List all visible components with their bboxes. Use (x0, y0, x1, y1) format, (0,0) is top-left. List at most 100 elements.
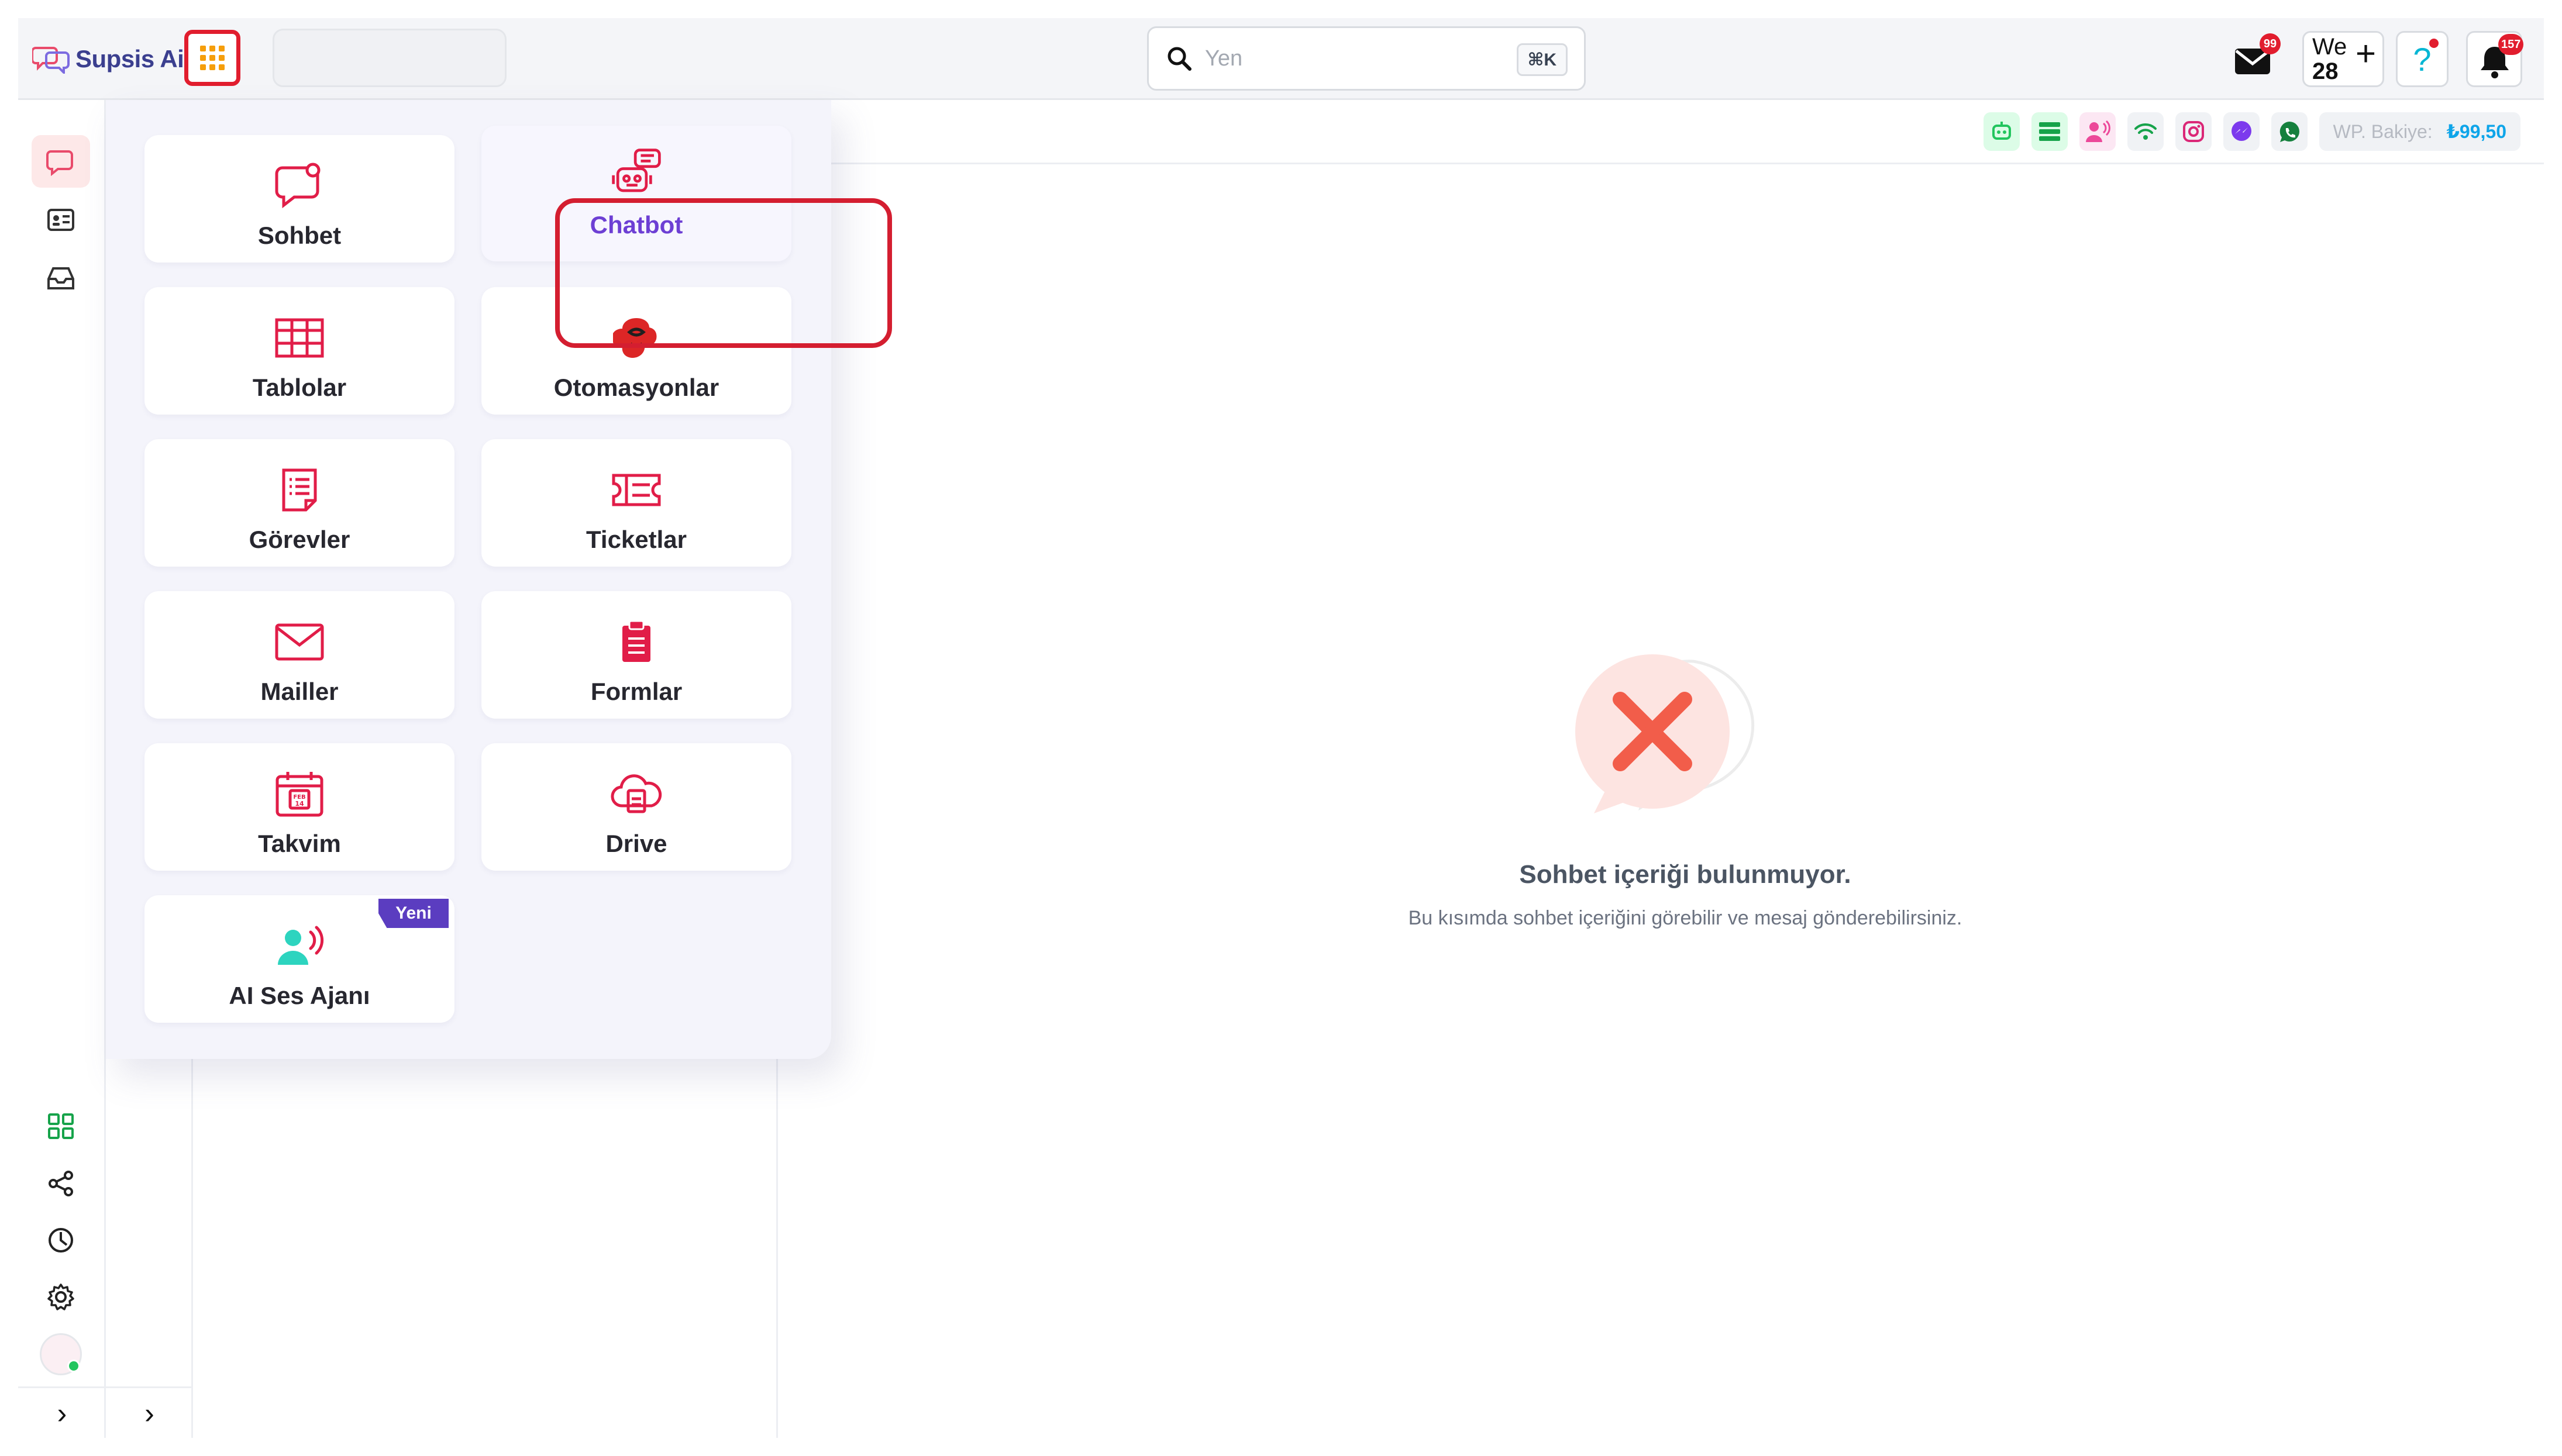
gear-icon (47, 1284, 74, 1310)
messenger-icon (2231, 121, 2251, 141)
empty-state-title: Sohbet içeriği bulunmuyor. (1519, 860, 1851, 889)
brand-logo[interactable]: Supsis Ai (32, 42, 184, 77)
help-icon: ? (2413, 40, 2432, 78)
sidebar-item-settings[interactable] (32, 1271, 90, 1323)
help-button[interactable]: ? (2396, 31, 2449, 87)
search-icon (1168, 47, 1192, 71)
brand-name: Supsis Ai (75, 45, 184, 73)
launcher-tile-drive[interactable]: Drive (481, 743, 791, 871)
launcher-tile-ai-ses-ajani[interactable]: Yeni AI Ses Ajanı (144, 895, 454, 1023)
sidebar-item-reports[interactable] (32, 1214, 90, 1267)
channel-icons: WP. Bakiye: ₺99,50 (1983, 111, 2520, 153)
avatar (40, 1333, 82, 1375)
channel-list[interactable] (2031, 112, 2068, 151)
search-input[interactable] (1205, 46, 1486, 71)
channel-messenger[interactable] (2223, 112, 2260, 151)
wp-balance: WP. Bakiye: ₺99,50 (2319, 112, 2520, 151)
launcher-tile-chatbot[interactable]: Chatbot (481, 126, 791, 261)
share-nodes-icon (49, 1171, 73, 1196)
sidebar-expand-button[interactable]: › (18, 1386, 106, 1438)
tile-label: Formlar (590, 678, 683, 705)
sidebar-item-integrations[interactable] (32, 1157, 90, 1210)
list-icon (2038, 122, 2060, 141)
search-bar[interactable]: ⌘K (1147, 26, 1586, 91)
tile-label: Sohbet (257, 222, 342, 249)
clock-chart-icon (49, 1228, 73, 1253)
search-shortcut: ⌘K (1516, 43, 1568, 76)
app-window: Supsis Ai ⌘K (18, 18, 2544, 1438)
channel-strip: WP. Bakiye: ₺99,50 (779, 100, 2544, 164)
cloud-drive-icon (610, 768, 663, 820)
mail-count-badge: 99 (2260, 33, 2281, 54)
tile-label: Takvim (258, 830, 341, 857)
balance-label: WP. Bakiye: (2333, 120, 2433, 142)
launcher-tile-otomasyonlar[interactable]: Otomasyonlar (481, 287, 791, 415)
mail-icon (273, 616, 326, 668)
app-launcher-menu: Sohbet Chatbot Tablolar Otomasyonlar Gör (106, 100, 892, 1059)
table-icon (273, 312, 326, 364)
automation-icon (610, 312, 663, 364)
task-list-icon (273, 464, 326, 516)
balance-value: ₺99,50 (2446, 121, 2506, 142)
mail-button[interactable]: 99 (2229, 31, 2285, 87)
wifi-icon (2134, 123, 2157, 140)
ticket-icon (610, 464, 663, 516)
workspace-selector[interactable] (273, 29, 507, 87)
tile-label: Otomasyonlar (553, 374, 719, 401)
launcher-tile-ticketlar[interactable]: Ticketlar (481, 439, 791, 567)
channel-wifi[interactable] (2127, 112, 2164, 151)
empty-state: Sohbet içeriği bulunmuyor. Bu kısımda so… (1305, 650, 2065, 1000)
new-tag: Yeni (378, 899, 449, 928)
calendar-icon: FEB 14 (273, 768, 326, 820)
apps-grid-button[interactable] (184, 30, 240, 86)
channel-voice[interactable] (2079, 112, 2116, 151)
tile-label: Ticketlar (586, 526, 687, 553)
bot-icon (1992, 122, 2011, 140)
apps-grid-icon (200, 46, 225, 70)
channel-whatsapp[interactable] (2271, 112, 2308, 151)
tile-label: AI Ses Ajanı (229, 982, 370, 1009)
launcher-tile-gorevler[interactable]: Görevler (144, 439, 454, 567)
launcher-tile-tablolar[interactable]: Tablolar (144, 287, 454, 415)
launcher-tile-mailler[interactable]: Mailler (144, 591, 454, 719)
channel-bot[interactable] (1983, 112, 2020, 151)
tile-label: Görevler (249, 526, 350, 553)
empty-state-subtitle: Bu kısımda sohbet içeriğini görebilir ve… (1408, 907, 1962, 929)
notification-count-badge: 157 (2498, 34, 2524, 55)
chatbot-robot-icon (610, 147, 663, 199)
whatsapp-icon (2279, 122, 2299, 142)
clipboard-icon (610, 616, 663, 668)
contact-card-icon (47, 209, 74, 231)
workspace-number: 28 (2312, 58, 2339, 84)
sidebar-item-contacts[interactable] (32, 194, 90, 246)
launcher-tile-sohbet[interactable]: Sohbet (144, 135, 454, 263)
brand-chat-icon (32, 47, 70, 74)
user-avatar[interactable] (32, 1328, 90, 1381)
online-status-dot (67, 1360, 80, 1372)
tile-label: Tablolar (252, 374, 347, 401)
channel-instagram[interactable] (2175, 112, 2212, 151)
panel-expand-button[interactable]: › (106, 1386, 193, 1438)
no-chat-illustration (1575, 654, 1755, 813)
top-bar: Supsis Ai ⌘K (18, 18, 2544, 100)
help-dot (2429, 39, 2439, 48)
tile-label: Drive (605, 830, 667, 857)
chat-bubble-icon (273, 160, 326, 212)
chevron-right-icon: › (144, 1396, 154, 1430)
sidebar-item-inbox[interactable] (32, 252, 90, 305)
workspace-add-button[interactable]: We 28 + (2302, 31, 2384, 87)
chat-bubble-icon (46, 150, 73, 176)
launcher-tile-formlar[interactable]: Formlar (481, 591, 791, 719)
voice-agent-icon (273, 920, 326, 972)
launcher-tile-takvim[interactable]: FEB 14 Takvim (144, 743, 454, 871)
workspace-short-label: We (2312, 34, 2347, 60)
left-sidebar: › (18, 100, 106, 1438)
instagram-icon (2182, 121, 2204, 142)
voice-agent-icon (2085, 120, 2110, 142)
tile-label: Chatbot (590, 211, 683, 239)
notifications-button[interactable]: 157 (2466, 31, 2524, 87)
chevron-right-icon: › (57, 1396, 67, 1430)
sidebar-item-chat[interactable] (32, 135, 90, 188)
plus-icon: + (2356, 34, 2377, 73)
sidebar-item-dashboard[interactable] (32, 1100, 90, 1153)
